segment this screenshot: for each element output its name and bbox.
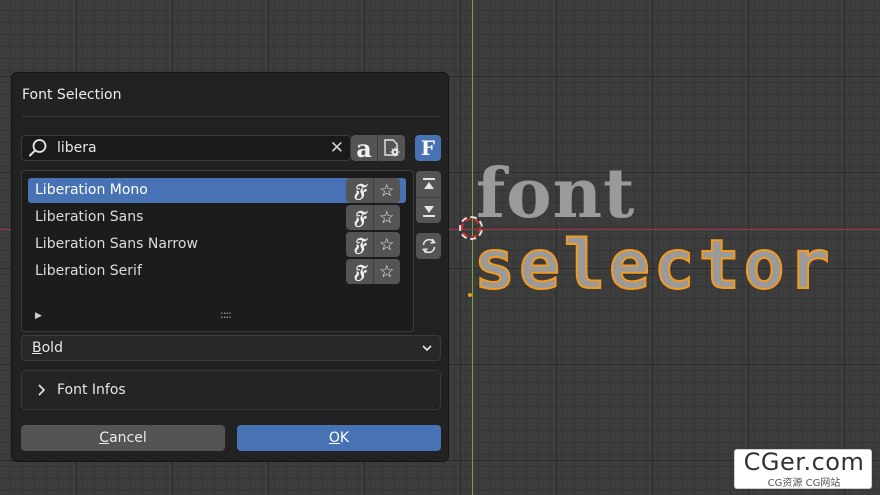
chevron-right-icon (38, 384, 46, 396)
star-icon: ☆ (379, 207, 395, 228)
watermark-logo: CGer.com CG资源 CG网站 (734, 448, 872, 489)
font-list-item[interactable]: Liberation Serif 𝔉 ☆ (28, 259, 406, 284)
search-input-value[interactable]: libera (57, 140, 97, 156)
font-selection-dialog: Font Selection libera ✕ a F Liberation M… (11, 72, 449, 462)
font-item-label: Liberation Serif (35, 263, 142, 279)
font-search-field[interactable]: libera ✕ (21, 135, 351, 161)
clear-search-icon[interactable]: ✕ (330, 139, 344, 157)
font-item-actions: 𝔉 ☆ (346, 259, 400, 284)
font-style-dropdown[interactable]: Bold (21, 335, 441, 361)
font-infos-label: Font Infos (57, 382, 126, 398)
font-item-label: Liberation Mono (35, 182, 148, 198)
font-glyph-button[interactable]: 𝔉 (346, 178, 373, 203)
ok-button[interactable]: OK (237, 425, 441, 451)
font-item-actions: 𝔉 ☆ (346, 205, 400, 230)
star-icon: ☆ (379, 261, 395, 282)
favorite-button[interactable]: ☆ (372, 178, 401, 203)
font-style-value: Bold (32, 340, 63, 356)
font-list-item[interactable]: Liberation Mono 𝔉 ☆ (28, 178, 406, 203)
viewport-y-axis (472, 0, 473, 495)
font-glyph-button[interactable]: 𝔉 (346, 232, 373, 257)
font-item-label: Liberation Sans (35, 209, 144, 225)
list-filter-expand-icon[interactable]: ▶ (35, 311, 42, 321)
font-infos-panel[interactable]: Font Infos (21, 370, 441, 410)
cancel-button[interactable]: Cancel (21, 425, 225, 451)
favorite-button[interactable]: ☆ (372, 232, 401, 257)
font-list-item[interactable]: Liberation Sans 𝔉 ☆ (28, 205, 406, 230)
arrow-to-bottom-icon (422, 206, 435, 217)
viewport-text-font[interactable]: font (476, 160, 635, 228)
font-list: Liberation Mono 𝔉 ☆ Liberation Sans 𝔉 ☆ … (21, 170, 414, 332)
refresh-icon (421, 238, 436, 254)
object-origin-dot (468, 293, 472, 297)
star-icon: ☆ (379, 180, 395, 201)
scroll-to-top-button[interactable] (416, 171, 441, 197)
watermark-sub-text: CG资源 CG网站 (767, 478, 841, 489)
title-divider (22, 116, 440, 117)
dialog-title: Font Selection (22, 87, 122, 103)
font-settings-button[interactable] (377, 135, 405, 161)
favorite-button[interactable]: ☆ (372, 259, 401, 284)
fraktur-f-icon: 𝔉 (353, 179, 366, 202)
font-glyph-button[interactable]: 𝔉 (346, 259, 373, 284)
font-item-label: Liberation Sans Narrow (35, 236, 198, 252)
refresh-fonts-button[interactable] (416, 233, 441, 259)
preview-toggle-button[interactable]: a (351, 134, 377, 163)
list-resize-grip-icon[interactable]: :::: (220, 308, 232, 321)
star-icon: ☆ (379, 234, 395, 255)
font-item-actions: 𝔉 ☆ (346, 178, 400, 203)
font-filter-toggle-button[interactable]: F (415, 135, 441, 161)
font-list-item[interactable]: Liberation Sans Narrow 𝔉 ☆ (28, 232, 406, 257)
fraktur-f-icon: 𝔉 (353, 206, 366, 229)
fraktur-f-icon: 𝔉 (353, 233, 366, 256)
viewport-text-selector[interactable]: selector (473, 231, 834, 301)
fraktur-f-icon: 𝔉 (353, 260, 366, 283)
search-icon (29, 139, 47, 157)
favorite-button[interactable]: ☆ (372, 205, 401, 230)
arrow-to-top-icon (422, 178, 435, 189)
font-glyph-button[interactable]: 𝔉 (346, 205, 373, 230)
document-gear-icon (383, 139, 399, 157)
chevron-down-icon (422, 345, 432, 352)
3d-cursor-icon (459, 216, 483, 240)
scroll-to-bottom-button[interactable] (416, 197, 441, 224)
watermark-main-text: CGer.com (743, 448, 865, 476)
list-scroll-buttons (416, 171, 441, 223)
font-item-actions: 𝔉 ☆ (346, 232, 400, 257)
